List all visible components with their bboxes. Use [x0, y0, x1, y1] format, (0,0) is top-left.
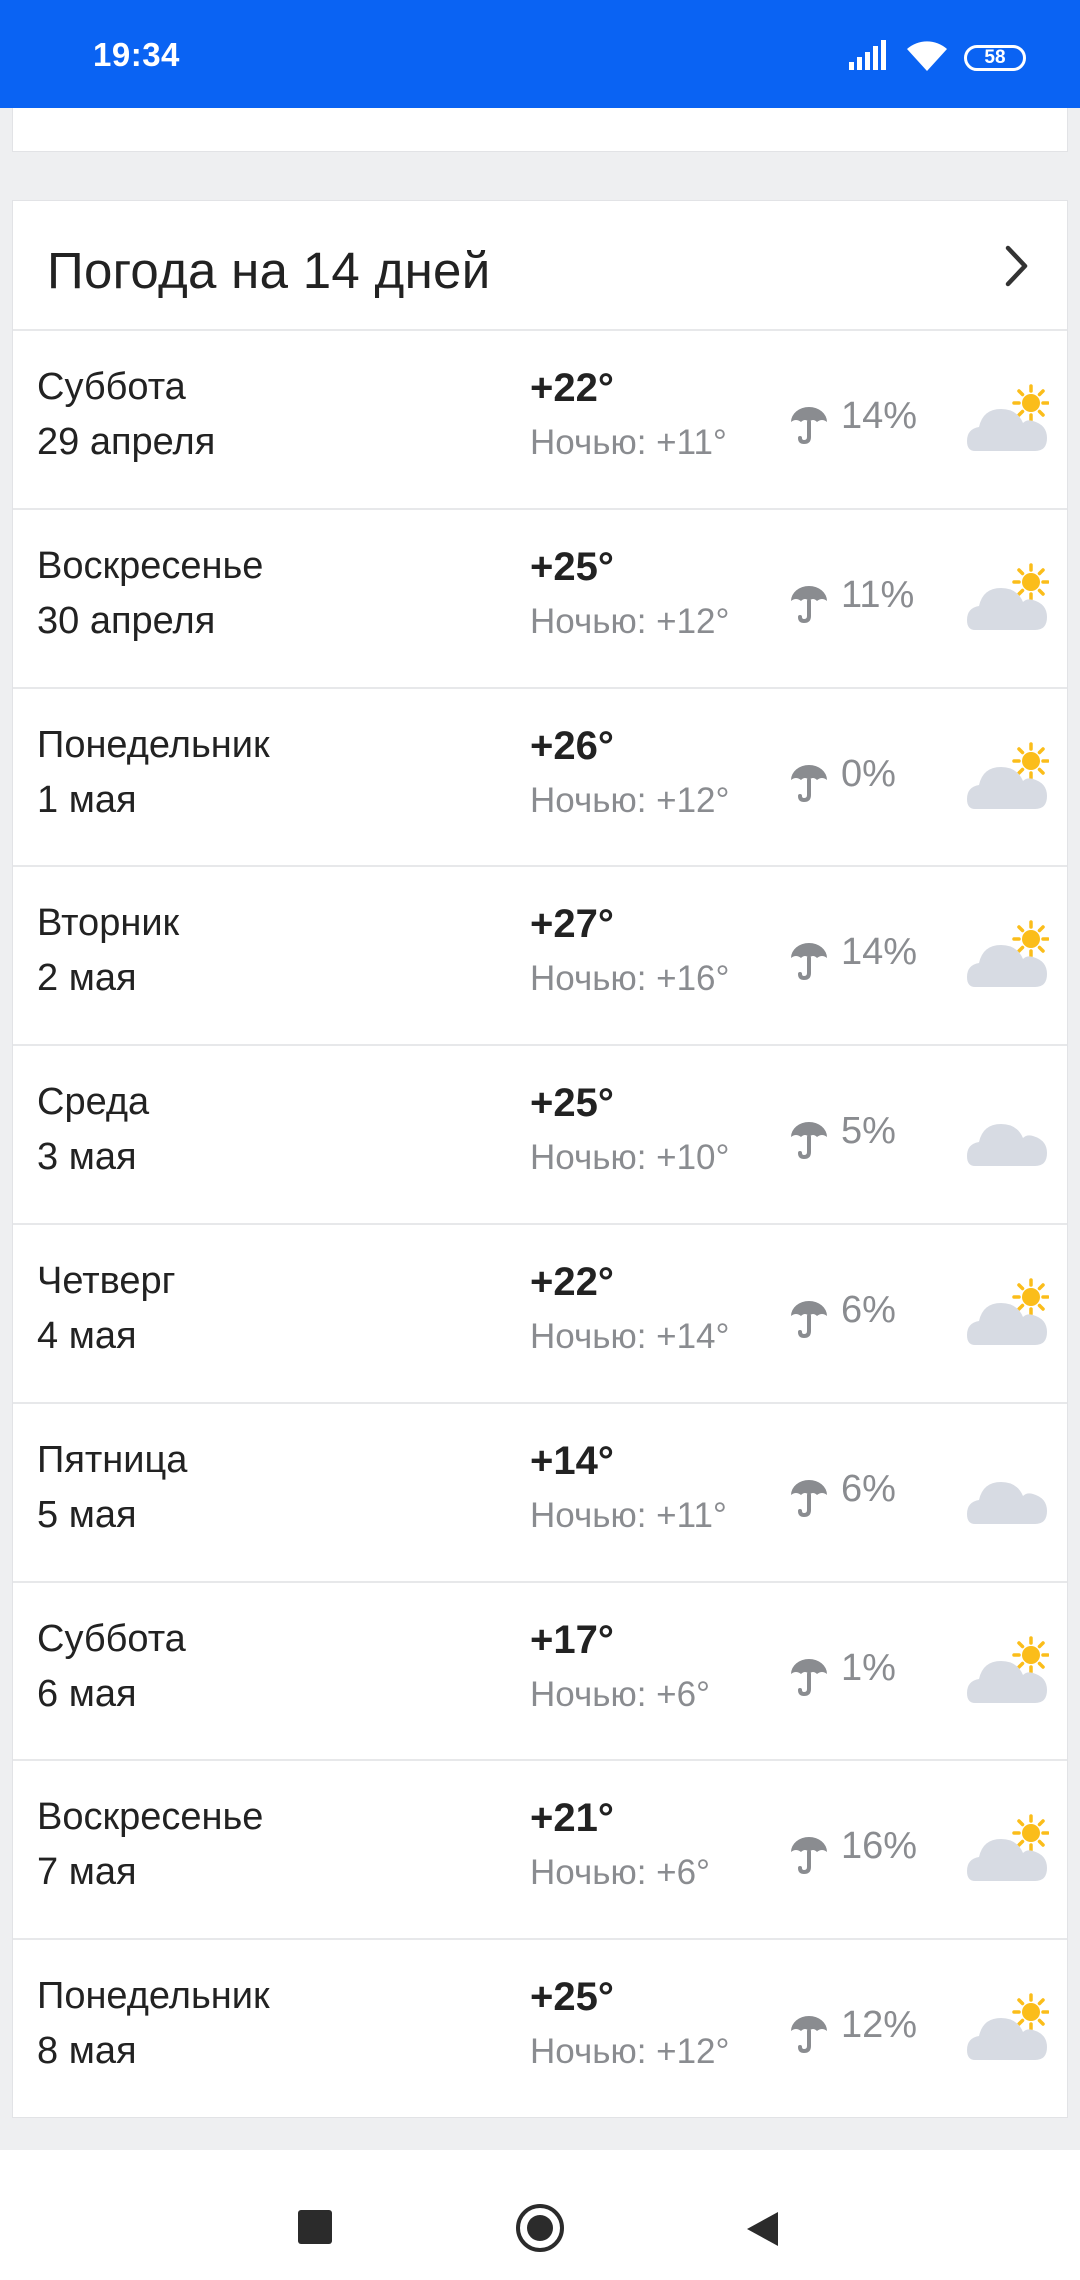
- night-temperature: Ночью: +11°: [530, 423, 727, 462]
- day-name: Вторник: [37, 902, 180, 945]
- day-temperature: +21°: [530, 1796, 614, 1841]
- precipitation-chance: 16%: [841, 1825, 918, 1868]
- forecast-title: Погода на 14 дней: [47, 242, 491, 299]
- day-name: Пятница: [37, 1438, 188, 1481]
- day-name: Четверг: [37, 1259, 176, 1302]
- day-row[interactable]: Среда 3 мая +25° Ночью: +10° 5%: [13, 1046, 1067, 1225]
- night-temperature: Ночью: +11°: [530, 1495, 727, 1535]
- day-name: Среда: [37, 1081, 150, 1124]
- day-date: 3 мая: [37, 1136, 137, 1179]
- status-time: 19:34: [93, 36, 180, 73]
- night-temperature: Ночью: +14°: [530, 1316, 730, 1356]
- day-date: 6 мая: [37, 1672, 137, 1715]
- precipitation-chance: 14%: [841, 395, 918, 437]
- day-name: Понедельник: [37, 723, 270, 766]
- day-row[interactable]: Понедельник 8 мая +25° Ночью: +12° 12%: [13, 1940, 1067, 2119]
- partly-cloudy-icon: [967, 563, 1049, 630]
- precipitation-chance: 0%: [841, 752, 896, 795]
- night-temperature: Ночью: +6°: [530, 1853, 711, 1893]
- back-button[interactable]: [744, 2210, 780, 2248]
- day-name: Понедельник: [37, 1975, 270, 2018]
- battery-icon: 58: [964, 45, 1026, 71]
- day-row[interactable]: Пятница 5 мая +14° Ночью: +11° 6%: [13, 1404, 1067, 1583]
- precipitation-chance: 6%: [841, 1467, 896, 1510]
- night-temperature: Ночью: +12°: [530, 601, 730, 641]
- precipitation-chance: 12%: [841, 2004, 918, 2047]
- partly-cloudy-icon: [967, 920, 1049, 988]
- battery-level: 58: [984, 47, 1006, 68]
- umbrella-icon: [789, 584, 829, 629]
- day-temperature: +22°: [530, 1259, 614, 1304]
- day-date: 8 мая: [37, 2030, 137, 2073]
- previous-card: [12, 108, 1068, 152]
- day-name: Воскресенье: [37, 544, 264, 587]
- umbrella-icon: [789, 763, 829, 808]
- day-row[interactable]: Четверг 4 мая +22° Ночью: +14° 6%: [13, 1225, 1067, 1404]
- precipitation-chance: 11%: [841, 573, 915, 616]
- day-row[interactable]: Суббота 29 апреля +22° Ночью: +11° 14%: [13, 331, 1067, 510]
- partly-cloudy-icon: [967, 1635, 1049, 1703]
- status-bar: 19:34 58: [0, 0, 1080, 108]
- cloudy-icon: [967, 1124, 1047, 1167]
- precipitation-chance: 14%: [841, 931, 918, 974]
- night-temperature: Ночью: +16°: [530, 959, 730, 999]
- day-row[interactable]: Воскресенье 7 мая +21° Ночью: +6° 16%: [13, 1761, 1067, 1941]
- day-row[interactable]: Вторник 2 мая +27° Ночью: +16° 14%: [13, 867, 1067, 1047]
- umbrella-icon: [789, 405, 829, 450]
- umbrella-icon: [789, 2014, 829, 2059]
- day-row[interactable]: Понедельник 1 мая +26° Ночью: +12° 0%: [13, 689, 1067, 868]
- chevron-right-icon[interactable]: [1003, 244, 1031, 288]
- day-row[interactable]: Суббота 6 мая +17° Ночью: +6° 1%: [13, 1583, 1067, 1762]
- cloudy-icon: [967, 1481, 1047, 1524]
- umbrella-icon: [789, 1120, 829, 1165]
- day-date: 5 мая: [37, 1493, 137, 1536]
- umbrella-icon: [789, 1835, 829, 1880]
- day-date: 30 апреля: [37, 599, 216, 642]
- umbrella-icon: [789, 941, 829, 986]
- umbrella-icon: [789, 1478, 829, 1523]
- wifi-icon: [907, 41, 947, 71]
- day-list: Суббота 29 апреля +22° Ночью: +11° 14% Воскре…: [13, 331, 1067, 2119]
- day-name: Суббота: [37, 366, 186, 408]
- day-temperature: +22°: [530, 366, 614, 410]
- night-temperature: Ночью: +6°: [530, 1674, 711, 1714]
- day-date: 4 мая: [37, 1314, 137, 1357]
- signal-icon: [849, 40, 886, 70]
- umbrella-icon: [789, 1299, 829, 1344]
- day-temperature: +17°: [530, 1617, 614, 1662]
- night-temperature: Ночью: +12°: [530, 780, 730, 820]
- partly-cloudy-icon: [967, 384, 1049, 451]
- recent-apps-button[interactable]: [298, 2210, 332, 2244]
- day-date: 7 мая: [37, 1851, 137, 1894]
- night-temperature: Ночью: +12°: [530, 2032, 730, 2072]
- day-name: Суббота: [37, 1617, 186, 1660]
- night-temperature: Ночью: +10°: [530, 1138, 730, 1178]
- day-temperature: +25°: [530, 1975, 614, 2020]
- partly-cloudy-icon: [967, 1993, 1049, 2061]
- navigation-bar: [0, 2150, 1080, 2280]
- day-temperature: +26°: [530, 723, 614, 768]
- precipitation-chance: 6%: [841, 1288, 896, 1331]
- partly-cloudy-icon: [967, 741, 1049, 809]
- day-name: Воскресенье: [37, 1796, 264, 1839]
- day-temperature: +27°: [530, 902, 614, 947]
- day-date: 1 мая: [37, 778, 137, 821]
- home-button[interactable]: [516, 2204, 564, 2252]
- precipitation-chance: 5%: [841, 1110, 896, 1153]
- partly-cloudy-icon: [967, 1814, 1049, 1882]
- day-temperature: +25°: [530, 544, 614, 589]
- day-date: 2 мая: [37, 957, 137, 1000]
- forecast-card: Погода на 14 дней Суббота 29 апреля +22° Но…: [12, 200, 1068, 2118]
- precipitation-chance: 1%: [841, 1646, 896, 1689]
- partly-cloudy-icon: [967, 1278, 1049, 1345]
- day-date: 29 апреля: [37, 421, 216, 463]
- umbrella-icon: [789, 1657, 829, 1702]
- day-temperature: +25°: [530, 1081, 614, 1126]
- day-temperature: +14°: [530, 1438, 614, 1483]
- forecast-header[interactable]: Погода на 14 дней: [13, 201, 1067, 331]
- day-row[interactable]: Воскресенье 30 апреля +25° Ночью: +12° 11%: [13, 510, 1067, 689]
